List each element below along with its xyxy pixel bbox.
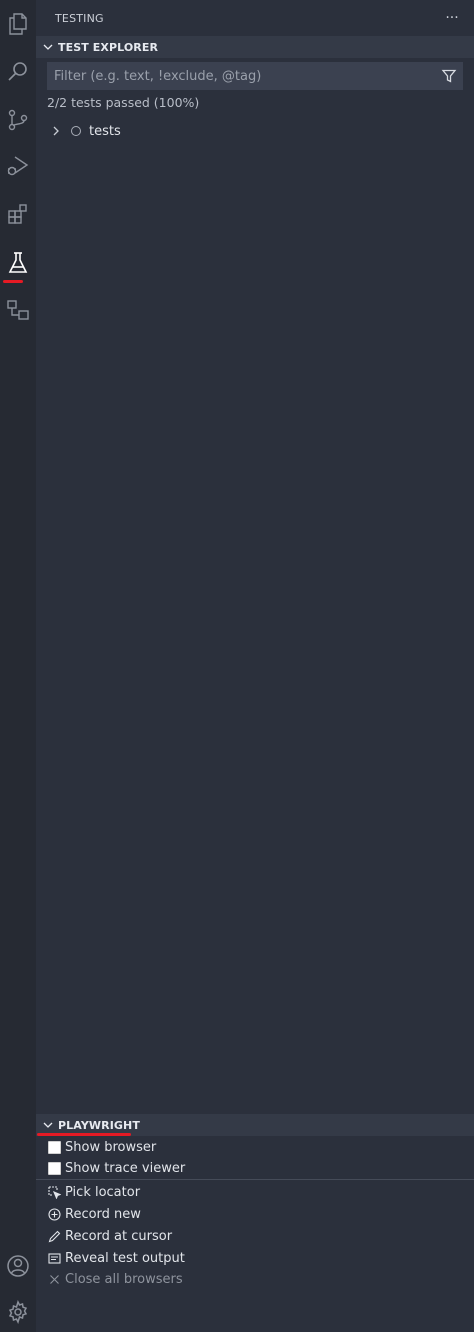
activity-bar	[0, 0, 36, 1332]
show-browser-label: Show browser	[65, 1139, 157, 1155]
playwright-title: PLAYWRIGHT	[58, 1118, 140, 1132]
account-icon[interactable]	[0, 1246, 36, 1286]
source-control-icon[interactable]	[0, 100, 36, 140]
pick-locator-action[interactable]: Pick locator	[47, 1181, 140, 1203]
pencil-icon	[47, 1229, 61, 1243]
chevron-down-icon	[38, 37, 58, 57]
record-new-icon	[47, 1207, 61, 1221]
playwright-divider	[36, 1179, 474, 1180]
test-explorer-title: TEST EXPLORER	[58, 40, 159, 54]
pick-locator-icon	[47, 1185, 61, 1199]
chevron-right-icon[interactable]	[49, 124, 63, 138]
filter-icon[interactable]	[441, 68, 457, 84]
more-actions-icon[interactable]: ···	[442, 8, 462, 28]
reveal-test-output-label: Reveal test output	[65, 1250, 185, 1266]
remote-explorer-icon[interactable]	[0, 290, 36, 330]
sidebar-title: TESTING	[55, 11, 104, 25]
test-explorer-header[interactable]: TEST EXPLORER	[36, 36, 474, 58]
record-at-cursor-label: Record at cursor	[65, 1228, 173, 1244]
sidebar-title-bar: TESTING ···	[36, 0, 474, 36]
show-trace-viewer-option[interactable]: Show trace viewer	[47, 1157, 185, 1179]
record-new-action[interactable]: Record new	[47, 1203, 141, 1225]
test-tree-item-label: tests	[89, 123, 121, 139]
record-at-cursor-action[interactable]: Record at cursor	[47, 1225, 172, 1247]
test-filter-input[interactable]	[54, 68, 434, 84]
pick-locator-label: Pick locator	[65, 1184, 141, 1200]
extensions-icon[interactable]	[0, 194, 36, 234]
reveal-test-output-action[interactable]: Reveal test output	[47, 1247, 185, 1269]
test-filter-box	[47, 62, 463, 90]
testing-active-indicator	[3, 280, 23, 283]
close-all-browsers-action[interactable]: Close all browsers	[47, 1268, 183, 1290]
show-trace-viewer-label: Show trace viewer	[65, 1160, 186, 1176]
settings-gear-icon[interactable]	[0, 1292, 36, 1332]
close-icon	[47, 1272, 61, 1286]
search-icon[interactable]	[0, 52, 36, 92]
show-browser-checkbox[interactable]	[47, 1140, 61, 1154]
explorer-icon[interactable]	[0, 4, 36, 44]
close-all-browsers-label: Close all browsers	[65, 1271, 183, 1287]
chevron-down-icon	[38, 1115, 58, 1135]
test-summary: 2/2 tests passed (100%)	[47, 95, 200, 110]
test-status-icon	[71, 126, 81, 136]
testing-sidebar: TESTING ··· TEST EXPLORER 2/2 tests pass…	[36, 0, 474, 1332]
test-tree-item[interactable]: tests	[36, 120, 474, 142]
show-trace-viewer-checkbox[interactable]	[47, 1161, 61, 1175]
testing-icon[interactable]	[0, 243, 36, 283]
run-debug-icon[interactable]	[0, 146, 36, 186]
show-browser-option[interactable]: Show browser	[47, 1136, 156, 1158]
output-icon	[47, 1251, 61, 1265]
record-new-label: Record new	[65, 1206, 141, 1222]
